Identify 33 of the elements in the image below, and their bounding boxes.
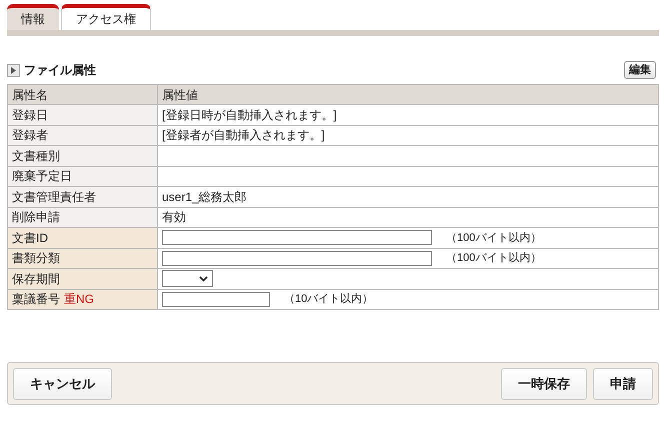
length-hint: （100バイト以内） [446,251,542,266]
length-hint: （100バイト以内） [446,230,542,246]
text-field[interactable] [162,292,270,307]
column-header: 属性名 [8,84,158,104]
footer-button[interactable]: キャンセル [13,368,112,400]
attribute-name: 登録者 [12,128,48,142]
footer-button[interactable]: 申請 [593,368,653,400]
attribute-name: 文書ID [12,230,48,245]
attribute-name: 削除申請 [12,210,60,224]
text-field[interactable] [162,230,432,246]
edit-button[interactable]: 編集 [624,61,656,79]
tab[interactable]: 情報 [7,4,59,30]
attribute-name: 登録日 [12,108,48,122]
warning-label: 重NG [64,292,94,306]
attribute-value: [登録者が自動挿入されます。] [162,128,325,142]
attribute-value: 有効 [162,210,186,224]
attribute-name: 稟議番号 [12,292,60,306]
attribute-value: [登録日時が自動挿入されます。] [162,108,337,122]
footer-button[interactable]: 一時保存 [501,368,587,400]
attribute-name: 保存期間 [12,272,60,286]
dropdown[interactable] [162,270,213,288]
attribute-value: user1_総務太郎 [162,190,247,204]
expand-icon[interactable] [7,64,20,76]
attribute-name: 文書管理責任者 [12,190,96,204]
length-hint: （10バイト以内） [284,292,374,307]
attribute-name: 文書種別 [12,148,60,163]
attribute-name: 廃棄予定日 [12,169,72,184]
attribute-name: 書類分類 [12,251,60,266]
chevron-down-icon [199,276,208,282]
text-field[interactable] [162,250,432,266]
tab[interactable]: アクセス権 [61,4,151,30]
column-header: 属性値 [158,84,658,104]
section-title: ファイル属性 [24,62,96,79]
